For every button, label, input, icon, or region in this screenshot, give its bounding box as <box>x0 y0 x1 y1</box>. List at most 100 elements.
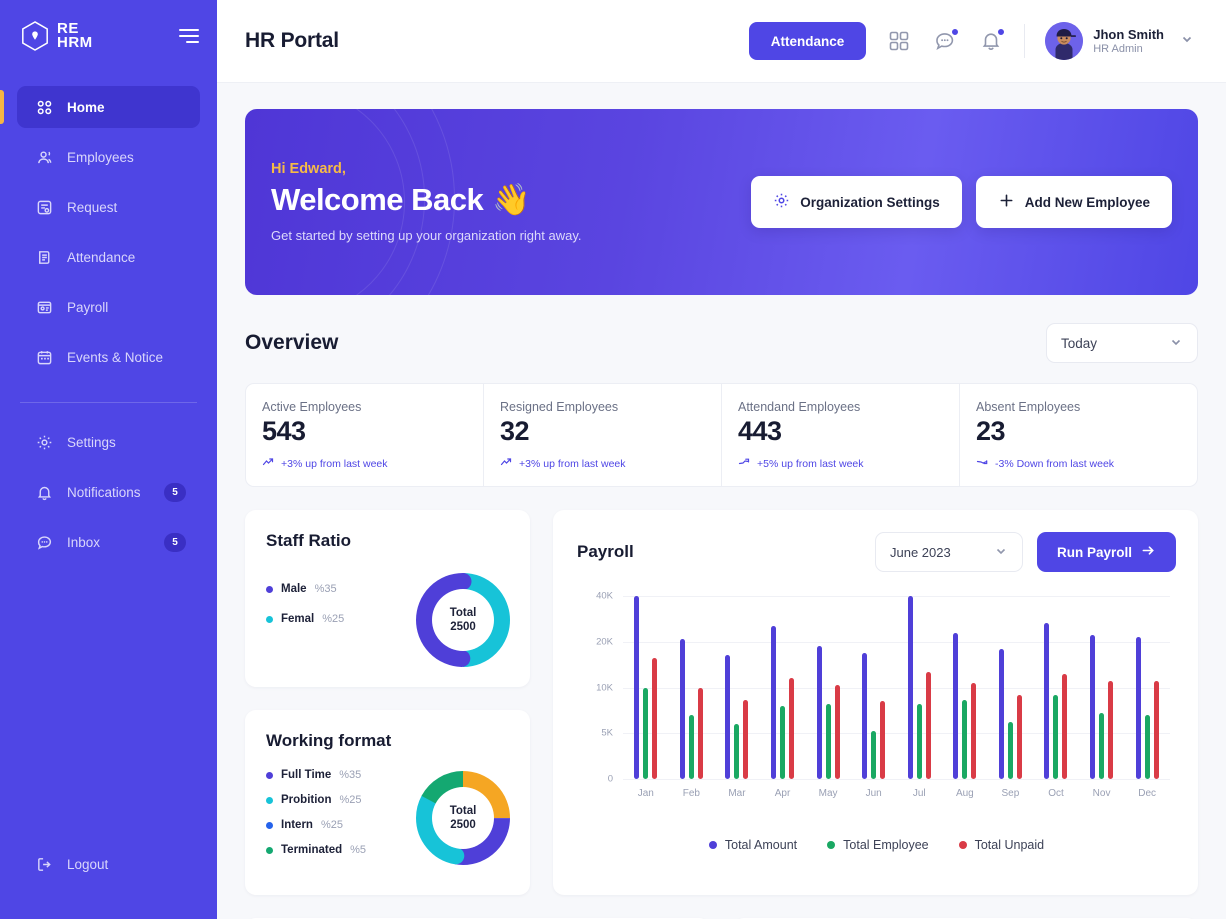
gridline <box>623 779 1170 780</box>
plus-icon <box>998 192 1015 212</box>
bar[interactable] <box>1090 634 1096 779</box>
legend-label: Male <box>281 583 307 595</box>
banner-title: Welcome Back <box>271 181 484 217</box>
bar[interactable] <box>1108 680 1114 779</box>
stat-card-absent-employees: Absent Employees 23 -3% Down from last w… <box>960 383 1198 487</box>
bar[interactable] <box>734 724 740 779</box>
content-area: Hi Edward, Welcome Back 👋 Get started by… <box>217 83 1226 919</box>
sidebar-item-events-notice[interactable]: Events & Notice <box>17 336 200 378</box>
payroll-icon <box>35 298 53 316</box>
bar[interactable] <box>652 657 658 779</box>
sidebar-item-home[interactable]: Home <box>0 86 200 128</box>
sidebar-footer: Logout <box>0 839 217 889</box>
trend-up-icon <box>738 456 750 471</box>
brand-logo[interactable]: RE HRM <box>20 20 93 52</box>
payroll-month-select[interactable]: June 2023 <box>874 532 1023 572</box>
chat-icon[interactable] <box>932 28 960 54</box>
bar[interactable] <box>998 648 1004 779</box>
bar[interactable] <box>1099 713 1105 779</box>
bar[interactable] <box>862 653 868 779</box>
donut-center-label: Total <box>449 805 477 817</box>
user-menu[interactable]: Jhon Smith HR Admin <box>1045 22 1194 60</box>
sidebar-item-notifications[interactable]: Notifications 5 <box>17 471 200 513</box>
legend-color-dot <box>266 796 273 804</box>
y-axis-tick: 10K <box>596 682 613 693</box>
bar[interactable] <box>834 685 840 779</box>
legend-percent: %25 <box>339 794 362 806</box>
legend-color-dot <box>266 771 273 779</box>
sidebar-item-label: Inbox <box>67 534 101 550</box>
bar[interactable] <box>771 625 777 779</box>
attendance-button[interactable]: Attendance <box>748 22 867 60</box>
sidebar-item-label: Logout <box>67 856 109 872</box>
x-axis-label: Sep <box>1001 788 1020 799</box>
sidebar-item-inbox[interactable]: Inbox 5 <box>17 521 200 563</box>
x-axis-label: Feb <box>682 788 700 799</box>
bar[interactable] <box>816 646 822 779</box>
bell-badge-dot <box>997 28 1006 36</box>
bar[interactable] <box>1053 694 1059 779</box>
bar[interactable] <box>1062 673 1068 779</box>
staff-ratio-card: Staff Ratio Male %35 Femal %25 Total 250… <box>245 510 530 687</box>
avatar <box>1045 22 1084 60</box>
bar[interactable] <box>1044 623 1050 779</box>
bar[interactable] <box>825 703 831 779</box>
legend-color-dot <box>266 615 273 623</box>
x-axis-label: Jul <box>912 788 926 799</box>
legend-label: Femal <box>281 613 315 625</box>
bar[interactable] <box>1144 714 1150 779</box>
bar[interactable] <box>679 639 685 779</box>
sidebar-item-request[interactable]: Request <box>17 186 200 228</box>
legend-color-dot <box>827 841 836 849</box>
apps-grid-icon[interactable] <box>886 28 912 54</box>
stat-card-resigned-employees: Resigned Employees 32 +3% up from last w… <box>484 383 722 487</box>
bar[interactable] <box>688 714 694 779</box>
bell-icon <box>35 483 53 501</box>
sidebar-item-employees[interactable]: Employees <box>17 136 200 178</box>
bar[interactable] <box>925 671 931 779</box>
bar[interactable] <box>1135 637 1141 779</box>
bar[interactable] <box>725 655 731 779</box>
sidebar-item-settings[interactable]: Settings <box>17 421 200 463</box>
clipboard-icon <box>35 248 53 266</box>
legend-item-total-unpaid: Total Unpaid <box>958 838 1044 852</box>
banner-actions: Organization Settings Add New Employee <box>751 176 1172 228</box>
payroll-header: Payroll June 2023 Run Payroll <box>577 532 1176 572</box>
sidebar-item-payroll[interactable]: Payroll <box>17 286 200 328</box>
legend-percent: %35 <box>339 769 362 781</box>
bar[interactable] <box>1016 694 1022 779</box>
bar[interactable] <box>743 700 749 779</box>
bar[interactable] <box>907 596 913 779</box>
sidebar-item-logout[interactable]: Logout <box>17 843 200 885</box>
bar[interactable] <box>916 703 922 779</box>
trend-up-icon <box>262 456 274 471</box>
bar[interactable] <box>789 678 795 779</box>
bar[interactable] <box>962 700 968 779</box>
bar[interactable] <box>1007 722 1013 779</box>
sidebar-item-attendance[interactable]: Attendance <box>17 236 200 278</box>
run-payroll-button[interactable]: Run Payroll <box>1036 532 1176 572</box>
request-icon <box>35 198 53 216</box>
bar[interactable] <box>971 682 977 779</box>
payroll-month-value: June 2023 <box>889 544 951 560</box>
add-new-employee-button[interactable]: Add New Employee <box>975 176 1172 228</box>
bar-group <box>1079 596 1125 779</box>
hamburger-icon[interactable] <box>177 29 199 43</box>
organization-settings-button[interactable]: Organization Settings <box>751 176 962 228</box>
stat-value: 23 <box>976 416 1006 446</box>
bar[interactable] <box>780 705 786 779</box>
bar[interactable] <box>697 687 703 779</box>
bar[interactable] <box>953 632 959 779</box>
legend-percent: %25 <box>322 613 345 625</box>
bar[interactable] <box>634 596 640 779</box>
donut-center-label: Total <box>449 607 477 619</box>
bar[interactable] <box>880 701 886 779</box>
bar[interactable] <box>643 687 649 779</box>
legend-label: Intern <box>281 819 313 831</box>
bar[interactable] <box>1153 680 1159 779</box>
sidebar-divider <box>20 402 197 403</box>
sidebar-item-label: Events & Notice <box>67 349 164 365</box>
overview-period-select[interactable]: Today <box>1046 323 1198 363</box>
bar[interactable] <box>871 731 877 779</box>
bell-icon[interactable] <box>978 28 1006 54</box>
